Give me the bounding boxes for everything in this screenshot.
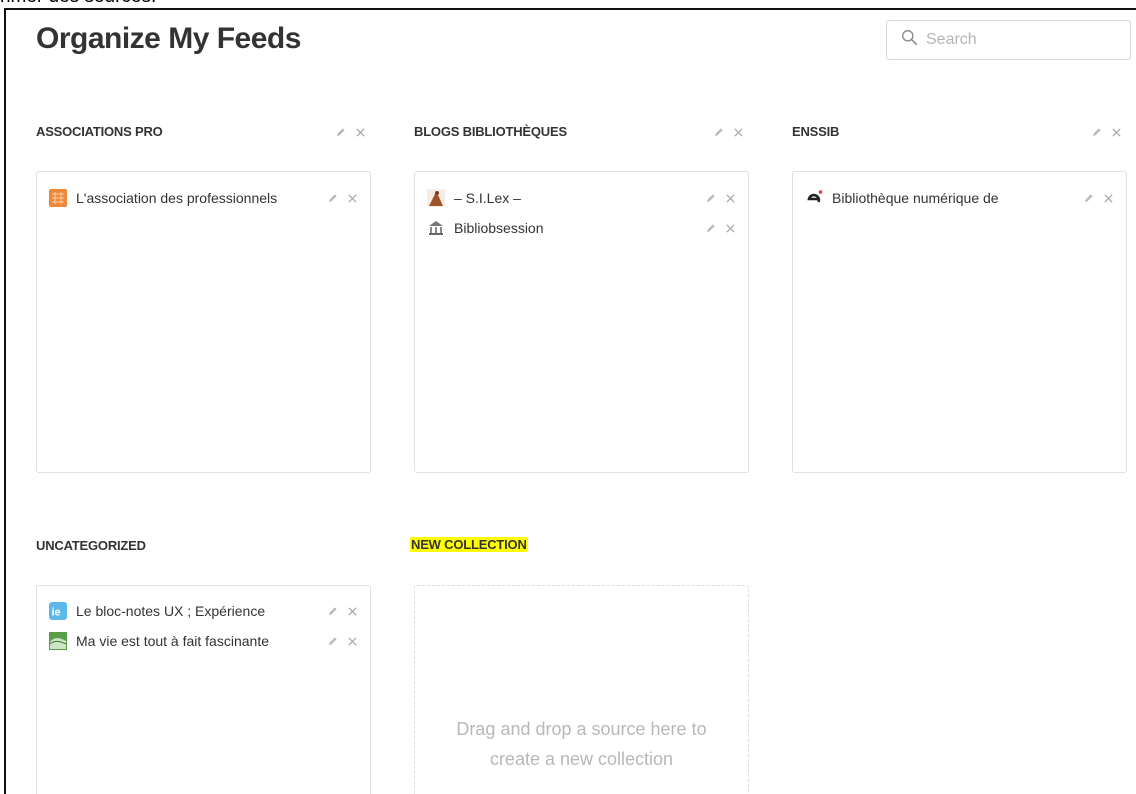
feed-item[interactable]: Bibliothèque numérique de (805, 187, 1114, 209)
e-logo-favicon (805, 189, 823, 207)
collection-actions (1090, 126, 1122, 138)
edit-pencil-icon[interactable] (326, 192, 338, 204)
feed-item[interactable]: – S.I.Lex – (427, 187, 736, 209)
brown-figure-favicon (427, 189, 445, 207)
close-icon[interactable] (732, 126, 744, 138)
building-favicon (427, 219, 445, 237)
close-icon[interactable] (346, 192, 358, 204)
search-icon (901, 29, 918, 51)
collection-actions (334, 126, 366, 138)
collection-box-associations-pro[interactable]: L'association des professionnels (36, 171, 371, 473)
svg-text:ie: ie (52, 607, 61, 619)
collection-box-uncategorized[interactable]: ie Le bloc-notes UX ; Expérience Ma vie … (36, 585, 371, 794)
edit-pencil-icon[interactable] (326, 635, 338, 647)
close-icon[interactable] (1110, 126, 1122, 138)
feed-item-label: Bibliothèque numérique de (832, 190, 999, 206)
feed-item-label: Le bloc-notes UX ; Expérience (76, 603, 266, 619)
feed-item[interactable]: Bibliobsession (427, 217, 736, 239)
collection-title-blogs-bibliotheques: BLOGS BIBLIOTHÈQUES (414, 124, 567, 139)
close-icon[interactable] (346, 605, 358, 617)
dropzone-hint-line2: create a new collection (489, 749, 674, 769)
feed-item-label: L'association des professionnels (76, 190, 278, 206)
page-title: Organize My Feeds (36, 22, 301, 55)
edit-pencil-icon[interactable] (704, 192, 716, 204)
feed-item[interactable]: Ma vie est tout à fait fascinante (49, 630, 358, 652)
dropzone-hint: Drag and drop a source here to create a … (415, 714, 748, 774)
ie-blue-favicon: ie (49, 602, 67, 620)
new-collection-dropzone[interactable]: Drag and drop a source here to create a … (414, 585, 749, 794)
edit-pencil-icon[interactable] (712, 126, 724, 138)
feed-item[interactable]: ie Le bloc-notes UX ; Expérience (49, 600, 358, 622)
close-icon[interactable] (1102, 192, 1114, 204)
search-input[interactable] (926, 31, 1126, 49)
collection-title-enssib: ENSSIB (792, 124, 840, 139)
edit-pencil-icon[interactable] (704, 222, 716, 234)
feed-item-label: Ma vie est tout à fait fascinante (76, 633, 269, 649)
edit-pencil-icon[interactable] (1090, 126, 1102, 138)
collection-box-blogs-bibliotheques[interactable]: – S.I.Lex – Bibliobsession (414, 171, 749, 473)
collection-title-associations-pro: ASSOCIATIONS PRO (36, 124, 163, 139)
collection-actions (712, 126, 744, 138)
new-collection-title: NEW COLLECTION (410, 537, 528, 552)
close-icon[interactable] (724, 222, 736, 234)
close-icon[interactable] (346, 635, 358, 647)
orange-grid-favicon (49, 189, 67, 207)
green-wave-favicon (49, 632, 67, 650)
feed-item-label: – S.I.Lex – (454, 190, 521, 206)
close-icon[interactable] (354, 126, 366, 138)
close-icon[interactable] (724, 192, 736, 204)
collection-box-enssib[interactable]: Bibliothèque numérique de (792, 171, 1127, 473)
search-box[interactable] (886, 20, 1131, 60)
feed-item-label: Bibliobsession (454, 220, 544, 236)
edit-pencil-icon[interactable] (1082, 192, 1094, 204)
top-cut-text: rimer des sources. (0, 0, 156, 8)
edit-pencil-icon[interactable] (326, 605, 338, 617)
collection-title-uncategorized: UNCATEGORIZED (36, 538, 146, 553)
dropzone-hint-line1: Drag and drop a source here to (456, 719, 707, 739)
edit-pencil-icon[interactable] (334, 126, 346, 138)
feed-item[interactable]: L'association des professionnels (49, 187, 358, 209)
